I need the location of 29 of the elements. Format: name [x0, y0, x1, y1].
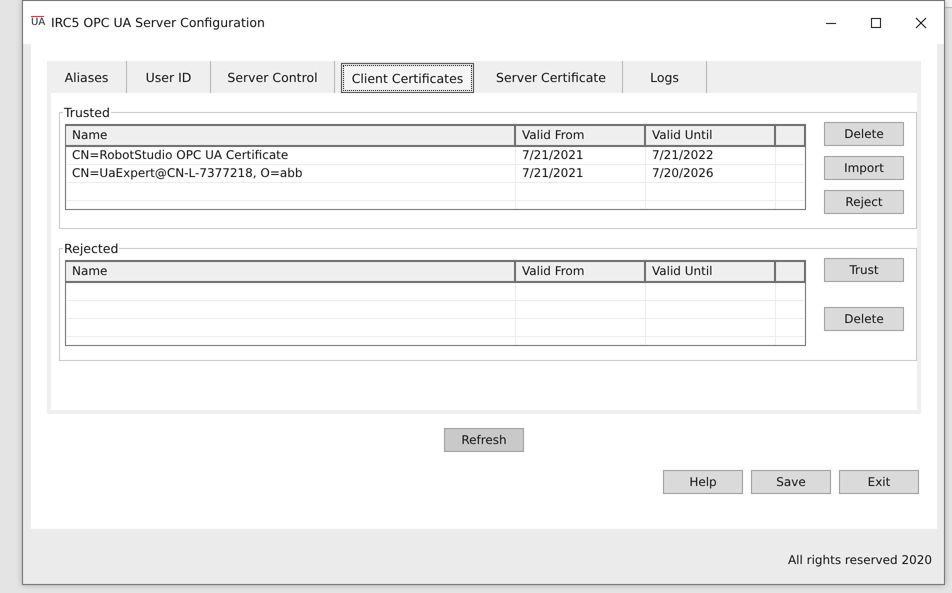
refresh-button[interactable]: Refresh — [444, 428, 524, 452]
table-cell: 7/21/2022 — [646, 147, 776, 164]
table-cell: 7/21/2021 — [516, 165, 646, 182]
column-header[interactable]: Valid From — [516, 262, 646, 281]
dialog-button[interactable]: Save — [751, 470, 831, 494]
table-cell: CN=RobotStudio OPC UA Certificate — [66, 147, 516, 164]
column-header[interactable]: Valid Until — [646, 126, 776, 145]
dialog-button[interactable]: Exit — [839, 470, 919, 494]
group-title: Trusted — [63, 105, 111, 120]
dialog-button[interactable]: Help — [663, 470, 743, 494]
action-button[interactable]: Import — [824, 156, 904, 180]
action-button[interactable]: Trust — [824, 258, 904, 282]
table-cell: 7/21/2021 — [516, 147, 646, 164]
app-logo: UA — [31, 16, 44, 28]
action-button[interactable]: Reject — [824, 190, 904, 214]
maximize-icon[interactable] — [870, 16, 882, 28]
column-header[interactable]: Name — [66, 262, 516, 281]
action-button[interactable]: Delete — [824, 307, 904, 331]
column-header[interactable]: Name — [66, 126, 516, 145]
action-button[interactable]: Delete — [824, 122, 904, 146]
column-header[interactable]: Valid From — [516, 126, 646, 145]
group-title: Rejected — [63, 241, 120, 256]
table-cell: 7/20/2026 — [646, 165, 776, 182]
close-icon[interactable] — [915, 16, 927, 28]
table-cell: CN=UaExpert@CN-L-7377218, O=abb — [66, 165, 516, 182]
column-header[interactable]: Valid Until — [646, 262, 776, 281]
tab[interactable]: Client Certificates — [341, 63, 474, 93]
copyright-text: All rights reserved 2020 — [788, 553, 932, 567]
window-title: IRC5 OPC UA Server Configuration — [51, 15, 265, 30]
